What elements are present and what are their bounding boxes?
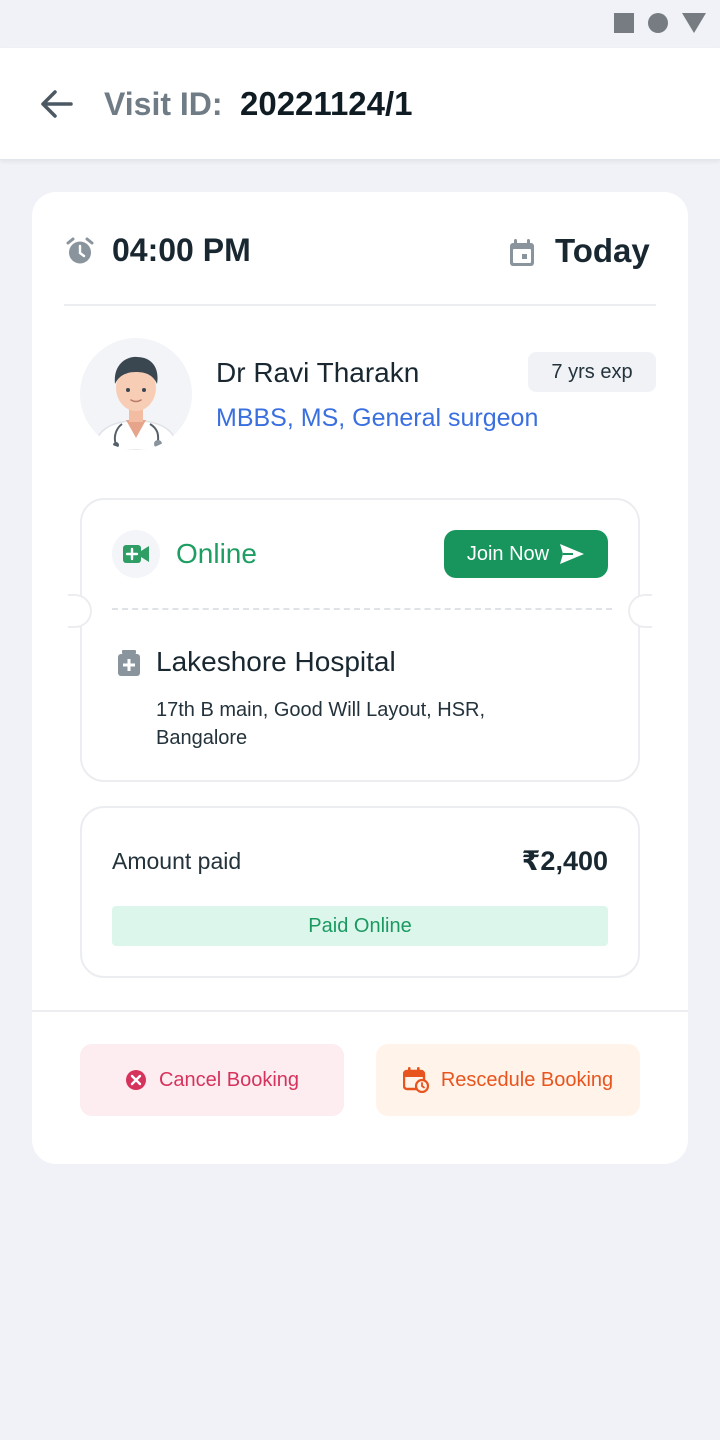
ticket-notch (68, 594, 92, 628)
calendar-reschedule-icon (402, 1067, 429, 1093)
video-call-icon (112, 530, 160, 578)
hospital-icon (118, 650, 140, 676)
hospital-address: 17th B main, Good Will Layout, HSR, Bang… (156, 699, 486, 749)
appointment-time: 04:00 PM (112, 232, 251, 268)
dashed-divider (112, 608, 612, 610)
amount-label: Amount paid (112, 848, 242, 874)
payment-summary: Amount paid ₹2,400 Paid Online (80, 806, 640, 978)
appointment-date: Today (555, 232, 650, 269)
payment-status-badge: Paid Online (112, 906, 608, 946)
appointment-card: 04:00 PM Today Dr Ravi Tharakn MBBS, MS,… (32, 192, 688, 1164)
reschedule-booking-button[interactable]: Rescedule Booking (376, 1044, 640, 1116)
back-triangle-icon[interactable] (682, 13, 706, 33)
calendar-icon (510, 239, 534, 266)
consultation-ticket: Online Join Now Lakeshore Hospital 17th … (68, 498, 652, 782)
consultation-mode: Online (176, 538, 257, 569)
experience-badge: 7 yrs exp (528, 352, 656, 392)
visit-id-label: Visit ID: (104, 86, 223, 122)
appointment-time-row: 04:00 PM Today (32, 192, 688, 304)
system-icons (614, 13, 706, 33)
cancel-booking-button[interactable]: Cancel Booking (80, 1044, 344, 1116)
stop-square-icon[interactable] (614, 13, 634, 33)
status-bar (0, 0, 720, 48)
arrow-left-icon (41, 90, 73, 118)
amount-value: ₹2,400 (521, 846, 608, 876)
join-now-label: Join Now (466, 542, 550, 565)
send-icon (560, 544, 585, 564)
cancel-circle-icon (125, 1070, 146, 1090)
doctor-avatar-icon (80, 338, 192, 450)
cancel-booking-label: Cancel Booking (158, 1068, 300, 1091)
reschedule-booking-label: Rescedule Booking (440, 1068, 614, 1091)
join-now-button[interactable]: Join Now (444, 530, 608, 578)
app-header: Visit ID: 20221124/1 (0, 48, 720, 160)
doctor-qualifications: MBBS, MS, General surgeon (216, 404, 539, 432)
divider (32, 1010, 688, 1012)
ticket-notch (628, 594, 652, 628)
divider (64, 304, 656, 306)
back-button[interactable] (36, 84, 76, 124)
doctor-name: Dr Ravi Tharakn (216, 357, 420, 388)
home-circle-icon[interactable] (648, 13, 668, 33)
alarm-clock-icon (66, 237, 94, 264)
visit-id-value: 20221124/1 (240, 85, 413, 122)
hospital-name: Lakeshore Hospital (156, 646, 396, 677)
